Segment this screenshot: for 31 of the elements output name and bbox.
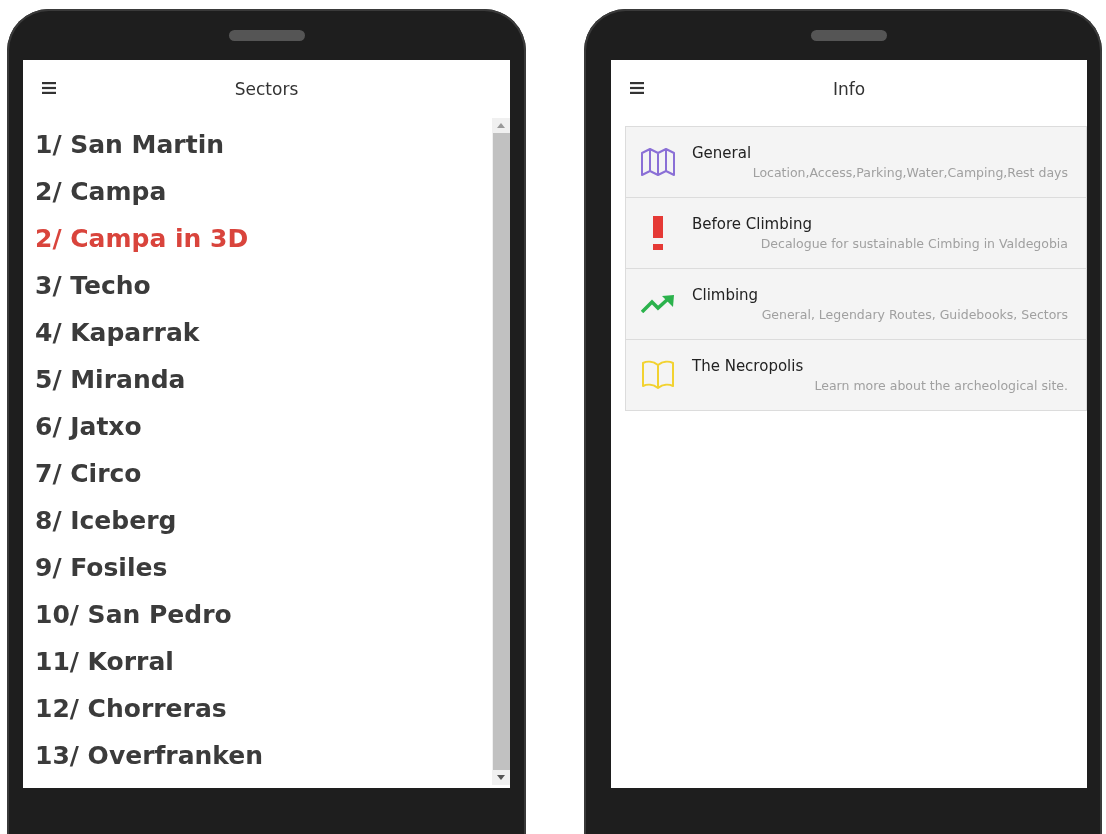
sector-item[interactable]: 4/ Kaparrak [35,314,492,361]
sector-item[interactable]: 12/ Chorreras [35,690,492,737]
sector-item[interactable]: 8/ Iceberg [35,502,492,549]
sector-item[interactable]: 3/ Techo [35,267,492,314]
sector-item[interactable]: 6/ Jatxo [35,408,492,455]
scroll-down-icon[interactable] [497,775,505,780]
card-title: General [692,144,753,162]
card-title: Before Climbing [692,215,813,233]
card-subtitle: Learn more about the archeological site. [813,378,1068,393]
card-subtitle: Location,Access,Parking,Water,Camping,Rest days [751,165,1068,180]
info-card[interactable]: Climbing General, Legendary Routes, Guidebooks, Sectors [626,268,1086,339]
screen-title: Sectors [234,79,299,99]
card-subtitle: Decalogue for sustainable Cimbing in Valdegobia [759,236,1068,251]
sector-item[interactable]: 1/ San Martin [35,126,492,173]
sector-item[interactable]: 2/ Campa in 3D [35,220,492,267]
screen-title: Info [832,79,866,99]
sector-item[interactable]: 11/ Korral [35,643,492,690]
sector-item[interactable]: 2/ Campa [35,173,492,220]
menu-icon[interactable] [630,82,644,94]
info-card[interactable]: General Location,Access,Parking,Water,Camping,Rest days [626,127,1086,197]
sector-item[interactable]: 7/ Circo [35,455,492,502]
sector-item[interactable]: 5/ Miranda [35,361,492,408]
info-card[interactable]: Before Climbing Decalogue for sustainable Cimbing in Valdegobia [626,197,1086,268]
card-title: Climbing [692,286,760,304]
menu-icon[interactable] [42,82,56,94]
card-title: The Necropolis [692,357,805,375]
sector-item[interactable]: 10/ San Pedro [35,596,492,643]
info-card[interactable]: The Necropolis Learn more about the archeological site. [626,339,1086,410]
sector-item[interactable]: 9/ Fosiles [35,549,492,596]
card-subtitle: General, Legendary Routes, Guidebooks, Sectors [760,307,1068,322]
sector-item[interactable]: 13/ Overfranken [35,737,492,784]
